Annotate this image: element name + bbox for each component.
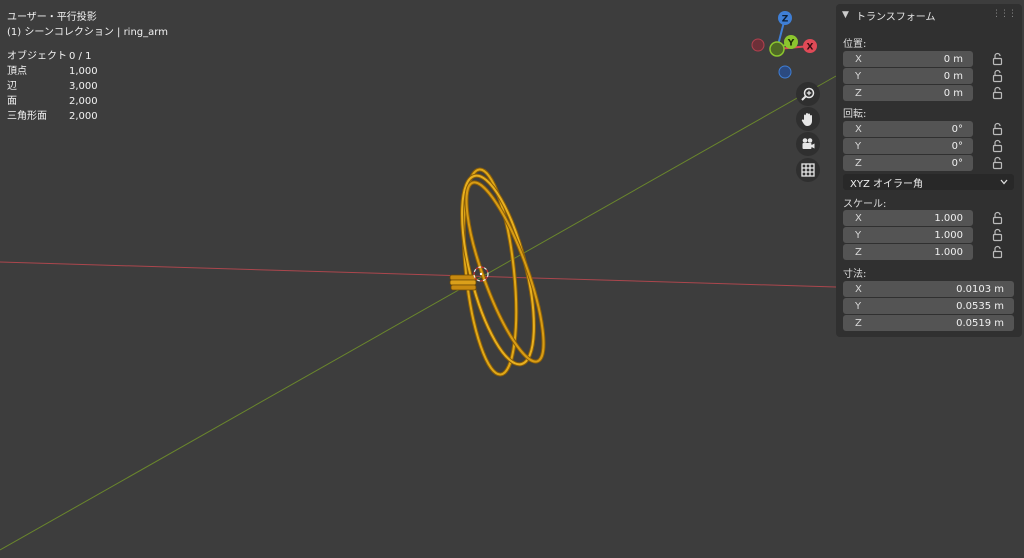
lock-open-icon[interactable] xyxy=(991,122,1005,136)
field-axis-label: Z xyxy=(855,317,862,329)
zoom-icon xyxy=(801,87,815,101)
location-y-field[interactable]: Y 0 m xyxy=(843,68,973,84)
x-axis-line xyxy=(0,261,837,288)
lock-open-icon[interactable] xyxy=(991,86,1005,100)
field-axis-label: X xyxy=(855,53,862,65)
chevron-down-icon xyxy=(1000,179,1008,185)
field-axis-label: X xyxy=(855,283,862,295)
field-value: 0° xyxy=(951,140,963,152)
field-value: 0.0103 m xyxy=(956,283,1004,295)
dimensions-y-field[interactable]: Y 0.0535 m xyxy=(843,298,1014,314)
rotation-x-field[interactable]: X 0° xyxy=(843,121,973,137)
gizmo-x-label: X xyxy=(807,43,814,53)
stat-row: 辺 3,000 xyxy=(7,79,168,94)
stat-row: 三角形面 2,000 xyxy=(7,109,168,124)
rotation-mode-dropdown[interactable]: XYZ オイラー角 xyxy=(843,174,1014,190)
field-value: 0° xyxy=(951,157,963,169)
location-z-field[interactable]: Z 0 m xyxy=(843,85,973,101)
scale-label: スケール: xyxy=(843,199,887,210)
field-axis-label: Z xyxy=(855,87,862,99)
rotation-label: 回転: xyxy=(843,109,867,120)
lock-open-icon[interactable] xyxy=(991,139,1005,153)
field-axis-label: Y xyxy=(855,140,862,152)
hand-icon xyxy=(801,113,812,126)
gizmo-neg-y[interactable] xyxy=(769,41,785,57)
field-value: 0 m xyxy=(943,70,963,82)
gizmo-z-label: Z xyxy=(782,15,789,25)
drag-handle-icon[interactable]: ⋮⋮⋮ xyxy=(992,9,1017,19)
scale-x-field[interactable]: X 1.000 xyxy=(843,210,973,226)
lock-open-icon[interactable] xyxy=(991,228,1005,242)
field-axis-label: Y xyxy=(855,70,862,82)
lock-open-icon[interactable] xyxy=(991,69,1005,83)
stat-value: 1,000 xyxy=(69,66,98,77)
transform-panel: ▼ トランスフォーム ⋮⋮⋮ 位置: X 0 m Y 0 m Z 0 m 回転: X 0… xyxy=(836,4,1022,337)
field-axis-label: Z xyxy=(855,246,862,258)
rotation-y-field[interactable]: Y 0° xyxy=(843,138,973,154)
scene-stats: オブジェクト 0 / 1 頂点 1,000 辺 3,000 面 2,000 三角形面 2,… xyxy=(7,49,168,124)
stat-label: 頂点 xyxy=(7,66,27,77)
stat-label: 三角形面 xyxy=(7,111,47,122)
grid-icon xyxy=(801,163,815,177)
camera-button[interactable] xyxy=(796,132,820,156)
chevron-down-icon: ▼ xyxy=(842,10,849,20)
dimensions-z-field[interactable]: Z 0.0519 m xyxy=(843,315,1014,331)
lock-open-icon[interactable] xyxy=(991,52,1005,66)
stat-label: 辺 xyxy=(7,81,17,92)
field-value: 1.000 xyxy=(934,229,963,241)
field-value: 1.000 xyxy=(934,246,963,258)
gizmo-y-label: Y xyxy=(787,39,795,49)
field-axis-label: X xyxy=(855,212,862,224)
ortho-toggle-button[interactable] xyxy=(796,158,820,182)
rotation-z-field[interactable]: Z 0° xyxy=(843,155,973,171)
field-value: 0 m xyxy=(943,87,963,99)
stat-label: 面 xyxy=(7,96,17,107)
field-value: 1.000 xyxy=(934,212,963,224)
scale-y-field[interactable]: Y 1.000 xyxy=(843,227,973,243)
field-value: 0.0519 m xyxy=(956,317,1004,329)
transform-panel-header[interactable]: ▼ トランスフォーム ⋮⋮⋮ xyxy=(836,4,1022,26)
field-value: 0 m xyxy=(943,53,963,65)
y-axis-line xyxy=(0,75,837,551)
dimensions-label: 寸法: xyxy=(843,269,867,280)
view-name: ユーザー・平行投影 xyxy=(7,12,97,23)
camera-icon xyxy=(802,138,815,149)
scale-z-field[interactable]: Z 1.000 xyxy=(843,244,973,260)
lock-open-icon[interactable] xyxy=(991,245,1005,259)
stat-row: オブジェクト 0 / 1 xyxy=(7,49,168,64)
field-axis-label: Y xyxy=(855,229,862,241)
field-axis-label: Z xyxy=(855,157,862,169)
pan-button[interactable] xyxy=(796,107,820,131)
panel-title: トランスフォーム xyxy=(856,11,936,23)
dimensions-x-field[interactable]: X 0.0103 m xyxy=(843,281,1014,297)
lock-open-icon[interactable] xyxy=(991,211,1005,225)
location-x-field[interactable]: X 0 m xyxy=(843,51,973,67)
ring-object[interactable] xyxy=(447,167,558,377)
lock-open-icon[interactable] xyxy=(991,156,1005,170)
stat-value: 0 / 1 xyxy=(69,51,92,62)
zoom-button[interactable] xyxy=(796,82,820,106)
gizmo-neg-x[interactable] xyxy=(751,38,765,52)
stat-row: 面 2,000 xyxy=(7,94,168,109)
field-value: 0.0535 m xyxy=(956,300,1004,312)
stat-value: 3,000 xyxy=(69,81,98,92)
navigation-gizmo[interactable]: Z Y X xyxy=(748,8,828,88)
stat-value: 2,000 xyxy=(69,96,98,107)
field-axis-label: X xyxy=(855,123,862,135)
collection-line: (1) シーンコレクション | ring_arm xyxy=(7,27,168,38)
location-label: 位置: xyxy=(843,39,867,50)
rotation-mode-value: XYZ オイラー角 xyxy=(850,178,923,190)
field-axis-label: Y xyxy=(855,300,862,312)
field-value: 0° xyxy=(951,123,963,135)
stat-label: オブジェクト xyxy=(7,51,67,62)
stat-row: 頂点 1,000 xyxy=(7,64,168,79)
stat-value: 2,000 xyxy=(69,111,98,122)
gizmo-neg-z[interactable] xyxy=(778,65,792,79)
viewport-info-overlay: ユーザー・平行投影 (1) シーンコレクション | ring_arm オブジェク… xyxy=(7,10,168,124)
